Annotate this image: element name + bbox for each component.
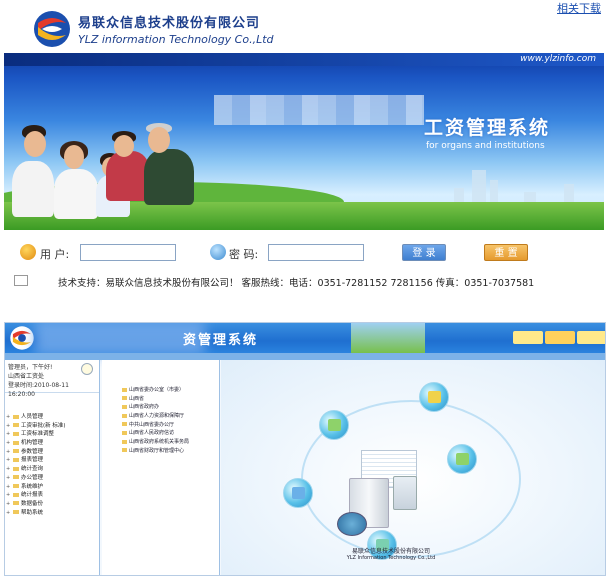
folder-icon: [13, 440, 19, 445]
folder-icon: [13, 431, 19, 436]
org-tree-panel: 山西省委办公室（市委） 山西省 山西省政府办 山西省人力资源和保障厅 中共山西省…: [102, 360, 220, 575]
folder-icon: [122, 413, 127, 418]
login-button[interactable]: 登 录: [402, 244, 446, 261]
header-button-3[interactable]: [577, 331, 605, 344]
header-family-photo: [351, 323, 425, 353]
folder-icon: [13, 510, 19, 515]
nav-item[interactable]: 工资审批(新 标准): [5, 422, 99, 431]
org-item[interactable]: 山西省委办公室（市委）: [102, 386, 219, 395]
org-item[interactable]: 山西省人力资源和保障厅: [102, 412, 219, 421]
monitor-icon: [393, 476, 417, 510]
nav-item[interactable]: 系统维护: [5, 483, 99, 492]
folder-icon: [13, 501, 19, 506]
reset-button[interactable]: 重 置: [484, 244, 528, 261]
module-node-icon[interactable]: [283, 478, 313, 508]
banner-title: 工资管理系统: [424, 117, 551, 139]
support-text: 技术支持：易联众信息技术股份有限公司！ 客服热线：电话：0351-7281152…: [58, 278, 535, 289]
nav-item[interactable]: 统计查询: [5, 465, 99, 474]
banner: www.ylzinfo.com 工资管理系统 for organs and in…: [4, 53, 604, 230]
folder-icon: [13, 414, 19, 419]
blurred-area: [35, 323, 205, 355]
folder-icon: [13, 457, 19, 462]
folder-icon: [13, 492, 19, 497]
nav-sidebar: 管理员，下午好! 山西省工资处 登录时间:2010-08-11 16:20:00…: [5, 360, 100, 575]
family-photo: [4, 53, 224, 230]
nav-item[interactable]: 人员管理: [5, 413, 99, 422]
org-item[interactable]: 山西省人民政府信访: [102, 429, 219, 438]
banner-subtitle: for organs and institutions: [426, 141, 545, 151]
folder-icon: [13, 475, 19, 480]
folder-icon: [122, 422, 127, 427]
folder-icon: [122, 448, 127, 453]
folder-icon: [13, 466, 19, 471]
clock-icon: [81, 363, 93, 375]
header-button-2[interactable]: [545, 331, 575, 344]
login-page: 易联众信息技术股份有限公司 YLZ information Technology…: [0, 0, 608, 292]
footer-company-en: YLZ Information Technology Co.,Ltd: [346, 555, 436, 561]
app-main-window: 资管理系统 管理员，下午好! 山西省工资处 登录时间:2010-08-11 16…: [4, 322, 606, 576]
module-node-icon[interactable]: [447, 444, 477, 474]
app-title: 资管理系统: [183, 333, 259, 348]
org-item[interactable]: 山西省政府系统机关事务局: [102, 438, 219, 447]
folder-icon: [13, 423, 19, 428]
org-tree: 山西省委办公室（市委） 山西省 山西省政府办 山西省人力资源和保障厅 中共山西省…: [102, 360, 219, 456]
footer-company-cn: 易联众信息技术股份有限公司: [351, 548, 430, 555]
nav-item[interactable]: 办公管理: [5, 474, 99, 483]
user-info: 管理员，下午好! 山西省工资处 登录时间:2010-08-11 16:20:00: [5, 360, 99, 398]
globe-icon: [337, 512, 367, 536]
password-input[interactable]: [268, 244, 364, 261]
org-item[interactable]: 山西省: [102, 395, 219, 404]
nav-item[interactable]: 报表管理: [5, 456, 99, 465]
module-node-icon[interactable]: [319, 410, 349, 440]
company-name-en: YLZ information Technology Co.,Ltd: [78, 33, 274, 46]
login-time-text: 登录时间:2010-08-11 16:20:00: [8, 382, 69, 398]
folder-icon: [122, 404, 127, 409]
nav-item[interactable]: 帮助系统: [5, 509, 99, 518]
nav-item[interactable]: 统计报表: [5, 491, 99, 500]
header-button-1[interactable]: [513, 331, 543, 344]
app-logo: [10, 326, 34, 350]
app-header: 资管理系统: [5, 323, 605, 355]
support-icon: [14, 275, 28, 286]
folder-icon: [13, 484, 19, 488]
nav-item[interactable]: 工资标准调整: [5, 430, 99, 439]
company-logo: [34, 11, 70, 47]
org-item[interactable]: 山西省政府办: [102, 403, 219, 412]
welcome-illustration: 易联众信息技术股份有限公司 YLZ Information Technology…: [221, 360, 605, 575]
nav-item[interactable]: 数据备份: [5, 500, 99, 509]
user-icon: [20, 244, 36, 260]
username-input[interactable]: [80, 244, 176, 261]
org-item[interactable]: 山西省财政厅和管理中心: [102, 447, 219, 456]
blurred-area: [214, 95, 424, 125]
password-label: 密 码:: [229, 248, 259, 261]
org-item[interactable]: 中共山西省委办公厅: [102, 421, 219, 430]
folder-icon: [122, 387, 127, 392]
company-name-cn: 易联众信息技术股份有限公司: [78, 16, 261, 31]
folder-icon: [13, 449, 19, 454]
nav-tree: 人员管理 工资审批(新 标准) 工资标准调整 机构管理 参数管理 报表管理 统计…: [5, 393, 99, 517]
login-bar: 用 户: 密 码: 登 录 重 置: [0, 234, 608, 270]
nav-item[interactable]: 参数管理: [5, 448, 99, 457]
banner-url: www.ylzinfo.com: [520, 54, 596, 64]
folder-icon: [122, 439, 127, 444]
folder-icon: [122, 396, 127, 401]
folder-icon: [122, 430, 127, 435]
key-icon: [210, 244, 226, 260]
module-node-icon[interactable]: [419, 382, 449, 412]
user-label: 用 户:: [40, 248, 70, 261]
nav-item[interactable]: 机构管理: [5, 439, 99, 448]
related-download-link[interactable]: 相关下载: [557, 0, 601, 16]
